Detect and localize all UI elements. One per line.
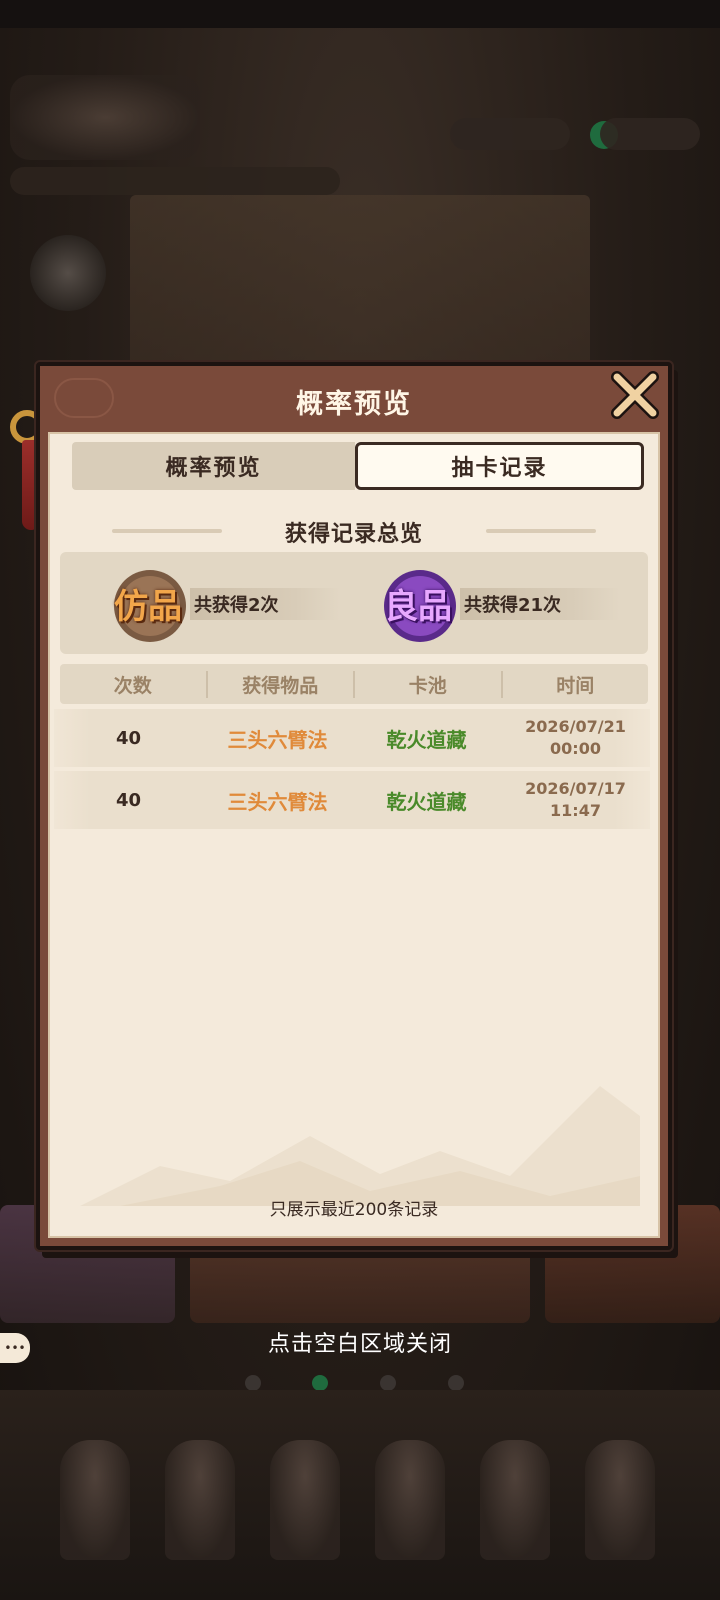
page-dot-active xyxy=(312,1375,328,1391)
background-character xyxy=(585,1440,655,1560)
mountain-decoration xyxy=(80,1086,640,1206)
table-header: 次数 获得物品 卡池 时间 xyxy=(60,664,648,704)
page-dot xyxy=(245,1375,261,1391)
table-row: 40 三头六臂法 乾火道藏 2026/07/17 11:47 xyxy=(54,771,650,829)
currency-pill xyxy=(450,118,570,150)
column-header-count: 次数 xyxy=(60,670,208,698)
row-item: 三头六臂法 xyxy=(227,727,328,752)
rarity-count: 共获得21次 xyxy=(460,588,620,620)
game-logo xyxy=(10,75,200,160)
row-pool: 乾火道藏 xyxy=(386,727,467,752)
rarity-badge-fine: 良品 xyxy=(370,560,466,646)
row-item: 三头六臂法 xyxy=(227,789,328,814)
column-header-time: 时间 xyxy=(556,674,595,697)
close-button[interactable] xyxy=(606,368,664,424)
rarity-badge-label: 良品 xyxy=(384,586,452,627)
background-character xyxy=(270,1440,340,1560)
row-date: 2026/07/21 xyxy=(525,717,626,736)
background-character xyxy=(480,1440,550,1560)
currency-pill-2 xyxy=(600,118,700,150)
page-dot xyxy=(380,1375,396,1391)
column-header-pool: 卡池 xyxy=(355,670,503,698)
tap-to-close-hint[interactable]: 点击空白区域关闭 xyxy=(0,1326,720,1358)
row-clock: 11:47 xyxy=(550,801,601,820)
rarity-badge-label: 仿品 xyxy=(114,586,182,627)
background-character xyxy=(165,1440,235,1560)
game-screen[interactable]: 概率预览 概率预览 抽卡记录 获得记录总览 仿品 共获得2次 良品 共获得21次… xyxy=(0,0,720,1600)
table-row: 40 三头六臂法 乾火道藏 2026/07/21 00:00 xyxy=(54,709,650,767)
background-character xyxy=(60,1440,130,1560)
rarity-count: 共获得2次 xyxy=(190,588,340,620)
background-character xyxy=(375,1440,445,1560)
section-title-ornament xyxy=(486,529,596,533)
row-time: 2026/07/17 11:47 xyxy=(501,778,650,822)
row-pool: 乾火道藏 xyxy=(386,789,467,814)
background-characters xyxy=(0,1390,720,1600)
modal-title: 概率预览 xyxy=(296,389,412,420)
record-limit-note: 只展示最近200条记录 xyxy=(269,1200,439,1220)
row-count: 40 xyxy=(115,789,142,811)
probability-modal: 概率预览 概率预览 抽卡记录 获得记录总览 仿品 共获得2次 良品 共获得21次… xyxy=(36,362,672,1250)
record-summary: 仿品 共获得2次 良品 共获得21次 xyxy=(60,552,648,654)
column-header-item: 获得物品 xyxy=(208,670,355,698)
status-bar xyxy=(0,0,720,28)
tab-draw-history[interactable]: 抽卡记录 xyxy=(355,442,644,490)
row-count: 40 xyxy=(115,727,142,749)
background-avatar xyxy=(30,235,106,311)
close-x-icon xyxy=(611,371,659,419)
row-date: 2026/07/17 xyxy=(525,779,626,798)
background-subtitle xyxy=(10,167,340,195)
row-clock: 00:00 xyxy=(550,739,601,758)
tab-probability-preview[interactable]: 概率预览 xyxy=(72,442,355,490)
rarity-badge-replica: 仿品 xyxy=(100,560,196,646)
row-time: 2026/07/21 00:00 xyxy=(501,716,650,760)
modal-tabs: 概率预览 抽卡记录 xyxy=(72,442,644,490)
page-dot xyxy=(448,1375,464,1391)
